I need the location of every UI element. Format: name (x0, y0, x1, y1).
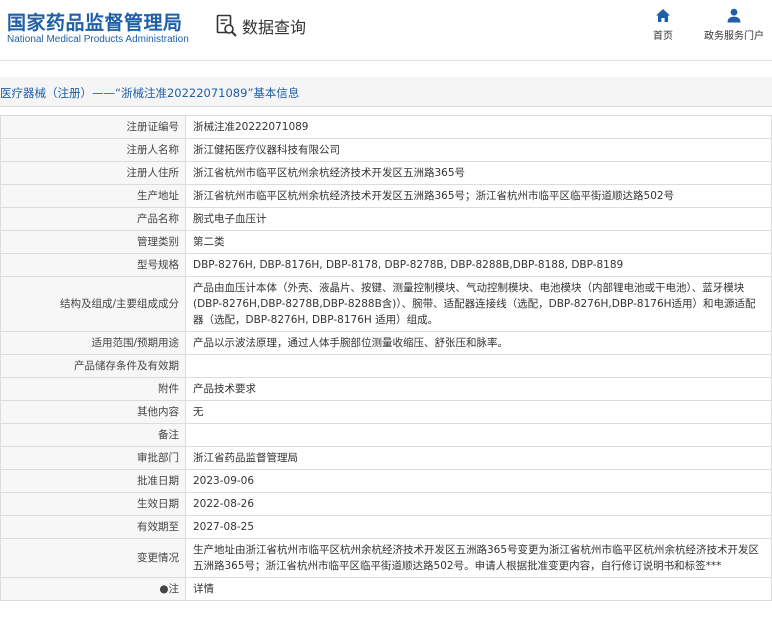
table-row: 生效日期 2022-08-26 (0, 492, 772, 516)
header-divider (0, 60, 772, 61)
field-value: 浙江省药品监督管理局 (185, 446, 772, 470)
field-value: 浙江健拓医疗仪器科技有限公司 (185, 138, 772, 162)
field-value: 产品技术要求 (185, 377, 772, 401)
site-logo-title[interactable]: 国家药品监督管理局 (7, 8, 183, 35)
field-label: 适用范围/预期用途 (0, 331, 186, 355)
breadcrumb: 医疗器械（注册）——“浙械注准20222071089”基本信息 (0, 77, 772, 107)
table-row: 审批部门 浙江省药品监督管理局 (0, 446, 772, 470)
data-query-link[interactable]: 数据查询 (216, 13, 306, 39)
table-row: 附件 产品技术要求 (0, 377, 772, 401)
breadcrumb-text: 医疗器械（注册）——“浙械注准20222071089”基本信息 (0, 86, 300, 100)
field-value: 生产地址由浙江省杭州市临平区杭州余杭经济技术开发区五洲路365号变更为浙江省杭州… (185, 538, 772, 578)
table-row: 生产地址 浙江省杭州市临平区杭州余杭经济技术开发区五洲路365号；浙江省杭州市临平… (0, 184, 772, 208)
table-row: 变更情况 生产地址由浙江省杭州市临平区杭州余杭经济技术开发区五洲路365号变更为浙… (0, 538, 772, 578)
field-label: 备注 (0, 423, 186, 447)
registration-info-table: 注册证编号 浙械注准20222071089 注册人名称 浙江健拓医疗仪器科技有限公司注… (0, 115, 772, 601)
field-label: 产品储存条件及有效期 (0, 354, 186, 378)
table-row: 产品储存条件及有效期 (0, 354, 772, 378)
details-link[interactable]: 详情 (185, 577, 772, 601)
field-label: 产品名称 (0, 207, 186, 231)
field-label: 生产地址 (0, 184, 186, 208)
table-row: 备注 (0, 423, 772, 447)
field-label: 变更情况 (0, 538, 186, 578)
field-value: 产品以示波法原理，通过人体手腕部位测量收缩压、舒张压和脉率。 (185, 331, 772, 355)
table-row: 批准日期 2023-09-06 (0, 469, 772, 493)
data-query-label: 数据查询 (242, 18, 307, 37)
field-label: ●注 (0, 577, 186, 601)
field-label: 注册人住所 (0, 161, 186, 185)
field-value: 无 (185, 400, 772, 424)
field-value: 2027-08-25 (185, 515, 772, 539)
search-document-icon (216, 14, 238, 38)
table-row: 其他内容无 (0, 400, 772, 424)
field-value (185, 423, 772, 447)
field-label: 注册证编号 (0, 115, 186, 139)
field-label: 审批部门 (0, 446, 186, 470)
table-row: 结构及组成/主要组成成分 产品由血压计本体（外壳、液晶片、按键、测量控制模块、气动… (0, 276, 772, 332)
field-label: 批准日期 (0, 469, 186, 493)
nav-home[interactable]: 首页 (628, 8, 698, 42)
table-row: 注册人住所 浙江省杭州市临平区杭州余杭经济技术开发区五洲路365号 (0, 161, 772, 185)
field-value: 浙江省杭州市临平区杭州余杭经济技术开发区五洲路365号 (185, 161, 772, 185)
field-label: 注册人名称 (0, 138, 186, 162)
field-value: 产品由血压计本体（外壳、液晶片、按键、测量控制模块、气动控制模块、电池模块（内部… (185, 276, 772, 332)
field-label: 有效期至 (0, 515, 186, 539)
field-value: 第二类 (185, 230, 772, 254)
nav-service-portal-label: 政务服务门户 (704, 31, 764, 42)
nav-service-portal[interactable]: 政务服务门户 (699, 8, 769, 42)
table-row: 注册证编号 浙械注准20222071089 (0, 115, 772, 139)
table-row: 产品名称 腕式电子血压计 (0, 207, 772, 231)
nav-home-label: 首页 (653, 31, 673, 42)
table-row: 有效期至 2027-08-25 (0, 515, 772, 539)
field-label: 其他内容 (0, 400, 186, 424)
field-value: 2022-08-26 (185, 492, 772, 516)
field-value: 腕式电子血压计 (185, 207, 772, 231)
table-row: 管理类别 第二类 (0, 230, 772, 254)
home-icon (628, 8, 698, 23)
field-value: DBP-8276H, DBP-8176H, DBP-8178, DBP-8278… (185, 253, 772, 277)
field-label: 结构及组成/主要组成成分 (0, 276, 186, 332)
table-row: ●注 详情 (0, 577, 772, 601)
site-header: 国家药品监督管理局 National Medical Products Admi… (0, 0, 772, 52)
field-value: 2023-09-06 (185, 469, 772, 493)
table-row: 适用范围/预期用途 产品以示波法原理，通过人体手腕部位测量收缩压、舒张压和脉率。 (0, 331, 772, 355)
field-value (185, 354, 772, 378)
site-logo-subtitle: National Medical Products Administration (7, 34, 189, 45)
field-label: 生效日期 (0, 492, 186, 516)
table-row: 注册人名称 浙江健拓医疗仪器科技有限公司 (0, 138, 772, 162)
table-row: 型号规格 DBP-8276H, DBP-8176H, DBP-8178, DBP-… (0, 253, 772, 277)
field-value: 浙械注准20222071089 (185, 115, 772, 139)
field-label: 附件 (0, 377, 186, 401)
field-label: 管理类别 (0, 230, 186, 254)
field-label: 型号规格 (0, 253, 186, 277)
user-icon (699, 8, 769, 23)
field-value: 浙江省杭州市临平区杭州余杭经济技术开发区五洲路365号；浙江省杭州市临平区临平街… (185, 184, 772, 208)
